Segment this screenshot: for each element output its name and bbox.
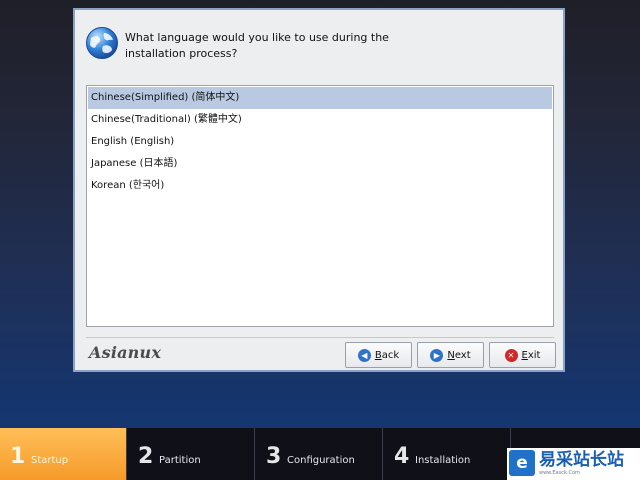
- watermark: e 易采站长站 www.Easck.Com: [507, 448, 640, 480]
- back-button[interactable]: ◀ Back: [345, 342, 412, 368]
- step-label: Startup: [31, 455, 69, 466]
- watermark-logo-icon: e: [509, 450, 535, 476]
- step-startup: 1 Startup: [0, 428, 127, 480]
- step-label: Installation: [415, 455, 471, 466]
- back-button-label: Back: [374, 349, 400, 361]
- list-item-korean[interactable]: Korean (한국어): [88, 175, 552, 197]
- next-button[interactable]: ▶ Next: [417, 342, 484, 368]
- step-installation: 4 Installation: [384, 428, 511, 480]
- back-arrow-icon: ◀: [357, 348, 371, 362]
- next-button-label: Next: [447, 349, 471, 361]
- step-number: 2: [138, 444, 154, 469]
- list-item-english[interactable]: English (English): [88, 131, 552, 153]
- step-number: 4: [394, 444, 410, 469]
- watermark-text: 易采站长站: [539, 450, 624, 470]
- dialog-question: What language would you like to use duri…: [125, 31, 389, 60]
- watermark-url: www.Easck.Com: [539, 470, 580, 476]
- list-item-chinese-simplified[interactable]: Chinese(Simplified) (简体中文): [88, 87, 552, 109]
- list-item-japanese[interactable]: Japanese (日本語): [88, 153, 552, 175]
- exit-button-label: Exit: [521, 349, 541, 361]
- step-label: Configuration: [287, 455, 355, 466]
- globe-icon: [86, 27, 118, 59]
- divider: [86, 337, 554, 338]
- step-number: 1: [10, 444, 26, 469]
- exit-button[interactable]: ✕ Exit: [489, 342, 556, 368]
- step-configuration: 3 Configuration: [256, 428, 383, 480]
- exit-x-icon: ✕: [504, 348, 518, 362]
- dialog-header: What language would you like to use duri…: [85, 24, 555, 74]
- list-item-chinese-traditional[interactable]: Chinese(Traditional) (繁體中文): [88, 109, 552, 131]
- next-arrow-icon: ▶: [430, 348, 444, 362]
- step-number: 3: [266, 444, 282, 469]
- language-list[interactable]: Chinese(Simplified) (简体中文) Chinese(Tradi…: [86, 85, 554, 327]
- asianux-logo: Asianux: [89, 343, 162, 362]
- language-dialog: What language would you like to use duri…: [73, 8, 565, 372]
- step-partition: 2 Partition: [128, 428, 255, 480]
- step-label: Partition: [159, 455, 201, 466]
